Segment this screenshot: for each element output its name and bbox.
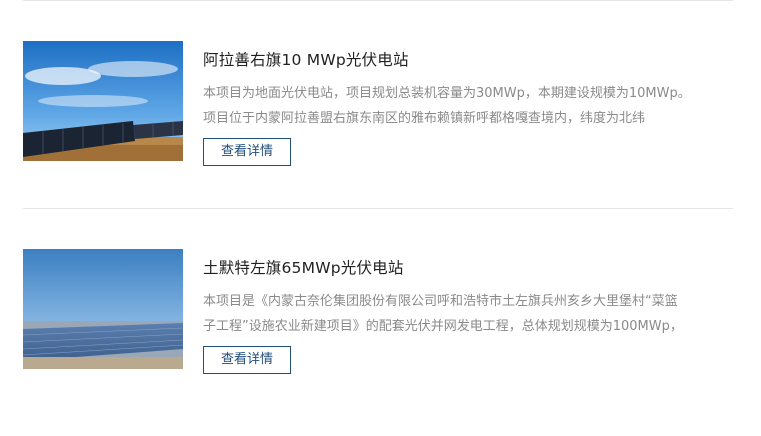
description-line: 项目位于内蒙阿拉善盟右旗东南区的雅布赖镇新呼都格嘎查境内，纬度为北纬 bbox=[203, 111, 646, 126]
divider bbox=[23, 208, 733, 209]
description-line: 本项目是《内蒙古奈伦集团股份有限公司呼和浩特市土左旗兵州亥乡大里堡村“菜篮 bbox=[203, 294, 678, 309]
project-thumbnail[interactable] bbox=[23, 249, 183, 369]
list-item: 土默特左旗65MWp光伏电站 本项目是《内蒙古奈伦集团股份有限公司呼和浩特市土左… bbox=[23, 249, 733, 379]
solar-panels-desert-image bbox=[23, 41, 183, 161]
project-title[interactable]: 土默特左旗65MWp光伏电站 bbox=[203, 256, 404, 278]
list-item: 阿拉善右旗10 MWp光伏电站 本项目为地面光伏电站，项目规划总装机容量为30M… bbox=[23, 41, 733, 171]
description-line: 本项目为地面光伏电站，项目规划总装机容量为30MWp，本期建设规模为10MWp。 bbox=[203, 86, 691, 101]
divider bbox=[23, 0, 733, 1]
project-thumbnail[interactable] bbox=[23, 41, 183, 161]
project-description: 本项目为地面光伏电站，项目规划总装机容量为30MWp，本期建设规模为10MWp。… bbox=[203, 81, 733, 131]
project-title[interactable]: 阿拉善右旗10 MWp光伏电站 bbox=[203, 48, 409, 70]
project-list: 阿拉善右旗10 MWp光伏电站 本项目为地面光伏电站，项目规划总装机容量为30M… bbox=[0, 0, 761, 436]
view-details-button[interactable]: 查看详情 bbox=[203, 346, 291, 374]
project-description: 本项目是《内蒙古奈伦集团股份有限公司呼和浩特市土左旗兵州亥乡大里堡村“菜篮 子工… bbox=[203, 289, 733, 339]
description-line: 子工程”设施农业新建项目》的配套光伏并网发电工程，总体规划规模为100MWp， bbox=[203, 319, 683, 334]
solar-farm-field-image bbox=[23, 249, 183, 369]
view-details-button[interactable]: 查看详情 bbox=[203, 138, 291, 166]
